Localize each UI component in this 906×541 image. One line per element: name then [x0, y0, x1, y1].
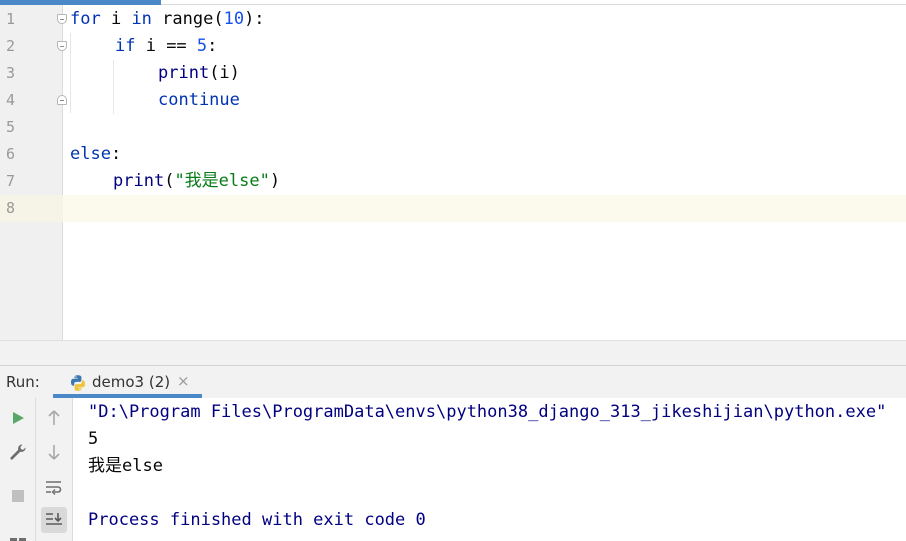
python-icon [71, 375, 85, 391]
code-token: (i) [209, 63, 240, 83]
layout-button[interactable] [5, 526, 31, 541]
code-line-6: else: [70, 141, 121, 168]
line-number: 2 [6, 37, 16, 55]
indent-guide [70, 33, 71, 113]
scroll-to-end-icon [46, 513, 62, 525]
soft-wrap-icon [46, 481, 62, 495]
run-toolbar-secondary [36, 398, 73, 541]
keyword: continue [158, 90, 240, 110]
code-token: ) [269, 171, 281, 191]
code-token: : [207, 36, 218, 56]
number-literal: 5 [196, 36, 208, 56]
code-line-1: for i in range(10): [70, 6, 265, 33]
indent-guide [113, 60, 114, 114]
keyword: for [70, 9, 101, 29]
edit-config-button[interactable] [5, 439, 31, 465]
line-number: 8 [6, 199, 16, 217]
run-icon [13, 412, 24, 424]
run-toolbar-primary [0, 398, 36, 541]
line-number: 5 [6, 118, 16, 136]
code-token: i [100, 9, 132, 29]
line-number: 7 [6, 172, 16, 190]
console-line: 我是else [88, 456, 163, 476]
wrench-icon [10, 444, 26, 460]
code-token: ( [164, 171, 175, 191]
console-line-command: "D:\Program Files\ProgramData\envs\pytho… [88, 402, 887, 422]
line-number: 6 [6, 145, 16, 163]
string-literal: "我是else" [174, 171, 270, 191]
number-literal: 10 [223, 9, 245, 29]
console-output[interactable]: "D:\Program Files\ProgramData\envs\pytho… [88, 398, 906, 541]
soft-wrap-button[interactable] [41, 474, 67, 500]
code-token: ): [244, 9, 265, 29]
code-line-4: continue [158, 87, 240, 114]
scroll-to-end-button[interactable] [41, 507, 67, 533]
code-line-2: if i == 5: [115, 33, 217, 60]
keyword: in [131, 9, 152, 29]
fold-collapse-icon[interactable] [57, 14, 67, 24]
editor-bottom-bar [0, 340, 906, 365]
code-token: : [110, 144, 122, 164]
editor-tab-divider [161, 4, 906, 5]
close-icon[interactable]: × [177, 372, 190, 390]
console-line-exit: Process finished with exit code 0 [88, 510, 426, 530]
run-tab-label: demo3 (2) [92, 373, 171, 391]
code-editor[interactable]: 1 2 3 4 5 6 7 8 for i in range(10): if i… [0, 0, 906, 340]
line-number: 3 [6, 64, 16, 82]
fold-end-icon[interactable] [57, 95, 67, 105]
arrow-down-icon [48, 445, 60, 460]
next-occurrence-button[interactable] [41, 439, 67, 465]
line-number: 4 [6, 91, 16, 109]
code-token: range( [151, 9, 224, 29]
builtin-call: print [113, 171, 165, 191]
run-tool-window: "D:\Program Files\ProgramData\envs\pytho… [0, 398, 906, 541]
previous-occurrence-button[interactable] [41, 405, 67, 431]
code-line-7: print("我是else") [113, 168, 280, 195]
current-line-highlight [0, 195, 906, 222]
keyword: if [115, 36, 136, 56]
stop-icon [12, 490, 24, 502]
code-token: i == [135, 36, 197, 56]
line-number: 1 [6, 10, 16, 28]
stop-button[interactable] [5, 483, 31, 509]
console-line: 5 [88, 429, 99, 449]
builtin-call: print [158, 63, 210, 83]
fold-collapse-icon[interactable] [57, 41, 67, 51]
arrow-up-icon [48, 410, 60, 425]
run-window-label: Run: [6, 373, 40, 391]
keyword: else [70, 144, 111, 164]
layout-icon [10, 538, 26, 541]
rerun-button[interactable] [5, 405, 31, 431]
code-line-3: print(i) [158, 60, 240, 87]
